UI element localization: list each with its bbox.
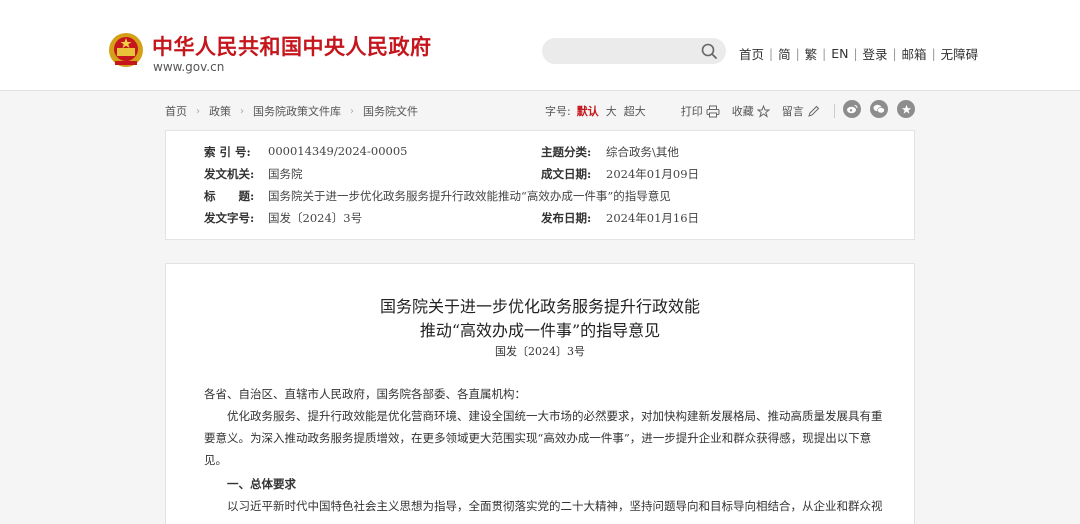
chevron-right-icon: › [196, 105, 200, 117]
site-header: 中华人民共和国中央人民政府 www.gov.cn 首页 | 简 | 繁 | EN… [0, 0, 1080, 91]
nav-accessibility[interactable]: 无障碍 [936, 44, 984, 63]
article-salutation: 各省、自治区、直辖市人民政府，国务院各部委、各直属机构： [204, 387, 526, 401]
title-value: 国务院关于进一步优化政务服务提升行政效能推动“高效办成一件事”的指导意见 [268, 189, 671, 203]
article-paragraph: 以习近平新时代中国特色社会主义思想为指导，全面贯彻落实党的二十大精神，坚持问题导… [227, 499, 883, 513]
document-metadata: 索 引 号: 000014349/2024-00005 主题分类: 综合政务\其… [165, 130, 915, 240]
top-nav: 首页 | 简 | 繁 | EN | 登录 | 邮箱 | 无障碍 [734, 44, 983, 63]
docno-value: 国发〔2024〕3号 [268, 211, 363, 225]
site-url[interactable]: www.gov.cn [153, 60, 224, 74]
wechat-icon[interactable] [870, 100, 888, 118]
breadcrumb-policy-library[interactable]: 国务院政策文件库 [253, 103, 341, 119]
weibo-icon[interactable] [843, 100, 861, 118]
search-input[interactable] [542, 38, 726, 64]
favorite-label: 收藏 [731, 105, 754, 118]
category-label: 主题分类: [541, 145, 592, 159]
national-emblem-icon[interactable] [108, 31, 144, 69]
publish-date-value: 2024年01月16日 [606, 211, 700, 225]
print-button[interactable]: 打印 [681, 103, 720, 119]
nav-traditional[interactable]: 繁 [800, 44, 823, 63]
index-label: 索 引 号: [204, 145, 251, 159]
star-icon [756, 104, 770, 118]
title-label: 标 题: [204, 189, 255, 203]
docno-label: 发文字号: [204, 211, 255, 225]
comment-label: 留言 [781, 105, 804, 118]
comment-button[interactable]: 留言 [782, 103, 820, 119]
printer-icon [706, 105, 720, 117]
article-doc-number: 国发〔2024〕3号 [495, 345, 585, 358]
nav-simplified[interactable]: 简 [773, 44, 796, 63]
chevron-right-icon: › [350, 105, 354, 117]
category-value: 综合政务\其他 [606, 145, 679, 159]
article-title-line1: 国务院关于进一步优化政务服务提升行政效能 [379, 297, 700, 316]
breadcrumb: 首页 › 政策 › 国务院政策文件库 › 国务院文件 [165, 103, 418, 119]
favorite-button[interactable]: 收藏 [732, 103, 770, 119]
issuer-value: 国务院 [268, 167, 303, 181]
publish-date-label: 发布日期: [541, 211, 592, 225]
chevron-right-icon: › [240, 105, 244, 117]
favorite-star-icon[interactable] [897, 100, 915, 118]
issuer-label: 发文机关: [204, 167, 255, 181]
date-made-value: 2024年01月09日 [606, 167, 700, 181]
article-tools: 字号: 默认 大 超大 打印 收藏 留言 [545, 103, 847, 119]
article-title-line2: 推动“高效办成一件事”的指导意见 [419, 321, 661, 340]
nav-mail[interactable]: 邮箱 [897, 44, 932, 63]
pencil-icon [807, 105, 819, 117]
date-made-label: 成文日期: [541, 167, 592, 181]
font-size-large[interactable]: 大 [606, 103, 617, 119]
font-size-label: 字号: [545, 105, 571, 118]
breadcrumb-home[interactable]: 首页 [165, 103, 187, 119]
font-size-default[interactable]: 默认 [577, 103, 599, 119]
print-label: 打印 [680, 105, 703, 118]
search-icon[interactable] [700, 42, 718, 60]
breadcrumb-bar: 首页 › 政策 › 国务院政策文件库 › 国务院文件 字号: 默认 大 超大 打… [165, 100, 915, 120]
article-body: 国务院关于进一步优化政务服务提升行政效能 推动“高效办成一件事”的指导意见 国发… [165, 263, 915, 524]
article-paragraph: 优化政务服务、提升行政效能是优化营商环境、建设全国统一大市场的必然要求，对加快构… [204, 409, 883, 467]
breadcrumb-policy[interactable]: 政策 [209, 103, 231, 119]
section-heading: 一、总体要求 [227, 477, 296, 491]
share-icons [834, 100, 915, 118]
index-value: 000014349/2024-00005 [268, 144, 408, 158]
font-size-xlarge[interactable]: 超大 [624, 103, 646, 119]
nav-home[interactable]: 首页 [734, 44, 769, 63]
breadcrumb-state-council-docs[interactable]: 国务院文件 [363, 103, 418, 119]
site-name[interactable]: 中华人民共和国中央人民政府 [152, 31, 432, 61]
nav-english[interactable]: EN [826, 46, 853, 61]
nav-login[interactable]: 登录 [857, 44, 892, 63]
